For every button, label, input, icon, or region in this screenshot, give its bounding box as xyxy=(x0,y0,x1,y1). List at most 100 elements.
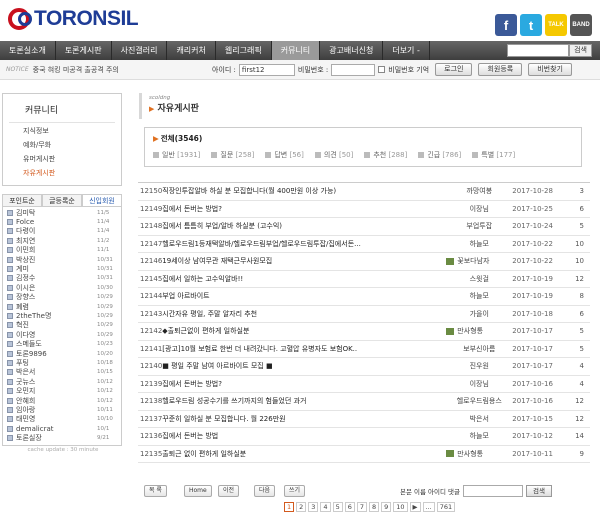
page-link[interactable]: 761 xyxy=(436,502,456,512)
nav-item-6[interactable]: 광고배너신청 xyxy=(320,41,384,60)
table-row[interactable]: 12148 집에서 틈틈히 부업/알바 하실분 (고수익) 부업투잡 2017-10-… xyxy=(138,217,590,236)
nav-search-button[interactable]: 검색 xyxy=(569,44,592,57)
social-0-icon[interactable]: f xyxy=(495,14,517,36)
page-link[interactable]: 7 xyxy=(356,502,367,512)
member-tab[interactable]: 신입회원 xyxy=(82,194,122,206)
member-row[interactable]: 박은서 10/15 xyxy=(7,368,117,377)
member-row[interactable]: 이다영 10/29 xyxy=(7,330,117,339)
post-author[interactable]: 만사형통 xyxy=(446,322,513,341)
post-title[interactable]: 시간자유 평일, 주말 알자리 추천 xyxy=(162,310,257,318)
table-row[interactable]: 12136 집에서 돈버는 방법 하늘모 2017-10-12 14 xyxy=(138,427,590,446)
social-2-icon[interactable]: TALK xyxy=(545,14,567,36)
post-author[interactable]: 이장님 xyxy=(446,200,513,218)
member-row[interactable]: 안혜희 10/12 xyxy=(7,396,117,405)
find-password-button[interactable]: 비번찾기 xyxy=(528,63,572,76)
password-field[interactable] xyxy=(331,63,376,76)
member-row[interactable]: 굿뉴스 10/12 xyxy=(7,377,117,386)
post-title[interactable]: 집에서 틈틈히 부업/알바 하실분 (고수익) xyxy=(162,222,282,230)
table-row[interactable]: 12144 부업 아르바이트 하늘모 2017-10-19 8 xyxy=(138,287,590,306)
post-title[interactable]: 집에서 일하는 고수익알바!! xyxy=(162,275,243,283)
table-row[interactable]: 12142 ◆출퇴근없이 편하게 일하실분 만사형통 2017-10-17 5 xyxy=(138,322,590,341)
table-row[interactable]: 12137 꾸준히 일하실 분 모집합니다. 월 226만원 박은서 2017-10-… xyxy=(138,410,590,428)
board-search-button[interactable]: 검색 xyxy=(526,485,552,497)
search-options[interactable]: 본문 이름 아이디 댓글 xyxy=(400,486,460,496)
category-item[interactable]: 긴급 [786] xyxy=(418,150,461,160)
sidebar-menu-item[interactable]: 예화/무화 xyxy=(3,137,121,151)
post-title[interactable]: 헬로우드림 성공수기를 쓰기까지의 험들었던 과거 xyxy=(162,397,306,405)
table-row[interactable]: 12146 19세이상 남여무관 재택근무사원모집 꽃보다남자 2017-10-22 1… xyxy=(138,252,590,271)
member-tab[interactable]: 포인트순 xyxy=(2,194,42,206)
site-logo[interactable]: TORONSIL xyxy=(8,7,139,31)
nav-item-7[interactable]: 더보기 - xyxy=(383,41,430,60)
table-row[interactable]: 12149 집에서 돈버는 방법? 이장님 2017-10-25 6 xyxy=(138,200,590,218)
post-title[interactable]: 꾸준히 일하실 분 모집합니다. 월 226만원 xyxy=(162,415,285,423)
post-author[interactable]: 하늘모 xyxy=(446,427,513,446)
member-row[interactable]: 폐렴 10/29 xyxy=(7,302,117,311)
page-link[interactable]: 4 xyxy=(320,502,331,512)
post-author[interactable]: 보부신아름 xyxy=(446,340,513,358)
member-row[interactable]: 최지연 11/2 xyxy=(7,236,117,245)
post-title[interactable]: ◆출퇴근없이 편하게 일하실분 xyxy=(162,327,249,335)
board-button-3[interactable]: 다음 xyxy=(254,485,276,497)
post-title[interactable]: 직장인투잡알바 하실 분 모집합니다(월 400만원 이상 가능) xyxy=(162,187,336,195)
table-row[interactable]: 12139 집에서 돈버는 방법? 이장님 2017-10-16 4 xyxy=(138,375,590,393)
member-row[interactable]: 토론실장 9/21 xyxy=(7,433,117,442)
id-field[interactable]: first12 xyxy=(238,63,295,76)
post-title[interactable]: 집에서 돈버는 방법? xyxy=(162,205,222,213)
table-row[interactable]: 12145 집에서 일하는 고수익알바!! 스윗걸 2017-10-19 12 xyxy=(138,270,590,288)
member-row[interactable]: 태민영 10/10 xyxy=(7,415,117,424)
member-row[interactable]: 박상진 10/31 xyxy=(7,255,117,264)
post-title[interactable]: 집에서 돈버는 방법 xyxy=(162,432,218,440)
page-link[interactable]: 2 xyxy=(296,502,307,512)
post-author[interactable]: 박은서 xyxy=(446,410,513,428)
post-author[interactable]: 가을이 xyxy=(446,305,513,323)
post-author[interactable]: 부업투잡 xyxy=(446,217,513,236)
page-link[interactable]: ▶ xyxy=(409,502,421,512)
member-row[interactable]: 오민지 10/12 xyxy=(7,386,117,395)
table-row[interactable]: 12147 헬로우드림1등재택알바/헬로우드림부업/헬로우드림투잡/집에서돈...… xyxy=(138,235,590,253)
post-title[interactable]: 집에서 돈버는 방법? xyxy=(162,380,222,388)
page-link[interactable]: 1 xyxy=(284,502,295,512)
social-1-icon[interactable]: t xyxy=(520,14,542,36)
board-button-1[interactable]: Home xyxy=(184,485,212,497)
post-author[interactable]: 헬로우드림용스 xyxy=(446,392,513,411)
post-title[interactable]: ■ 평일 주말 남여 아르바이트 모집 ■ xyxy=(162,362,272,370)
category-item[interactable]: 의견 [50] xyxy=(314,150,353,160)
post-author[interactable]: 까망여봉 xyxy=(446,182,513,201)
sidebar-menu-item[interactable]: 지식정보 xyxy=(3,123,121,137)
member-row[interactable]: 장향스 10/29 xyxy=(7,293,117,302)
post-title[interactable]: 헬로우드림1등재택알바/헬로우드림부업/헬로우드림투잡/집에서돈... xyxy=(162,240,361,248)
post-author[interactable]: 스윗걸 xyxy=(446,270,513,288)
post-author[interactable]: 진우원 xyxy=(446,357,513,376)
member-row[interactable]: 푸팅 10/18 xyxy=(7,358,117,367)
category-item[interactable]: 답변 [56] xyxy=(265,150,304,160)
table-row[interactable]: 12150 직장인투잡알바 하실 분 모집합니다(월 400만원 이상 가능) 까망… xyxy=(138,182,590,201)
nav-search-input[interactable] xyxy=(507,44,570,57)
social-3-icon[interactable]: BAND xyxy=(570,14,592,36)
table-row[interactable]: 12143 시간자유 평일, 주말 알자리 추천 가을이 2017-10-18 6 xyxy=(138,305,590,323)
page-link[interactable]: 8 xyxy=(368,502,380,512)
category-item[interactable]: 일반 [1931] xyxy=(153,150,200,160)
board-button-4[interactable]: 쓰기 xyxy=(284,485,306,497)
post-author[interactable]: 꽃보다남자 xyxy=(446,252,513,271)
post-title[interactable]: 부업 아르바이트 xyxy=(162,292,209,300)
category-item[interactable]: 질문 [258] xyxy=(211,150,254,160)
post-title[interactable]: 19세이상 남여무관 재택근무사원모집 xyxy=(162,257,272,265)
board-button-2[interactable]: 이전 xyxy=(218,485,240,497)
post-author[interactable]: 하늘모 xyxy=(446,235,513,253)
post-title[interactable]: 출퇴근 없이 편하게 일하실분 xyxy=(162,450,246,458)
nav-item-1[interactable]: 토론게시판 xyxy=(56,41,112,60)
member-row[interactable]: demalicrat 10/1 xyxy=(7,424,117,433)
post-author[interactable]: 이장님 xyxy=(446,375,513,393)
member-row[interactable]: 다령이 11/4 xyxy=(7,227,117,236)
sidebar-menu-item[interactable]: 유머게시판 xyxy=(3,151,121,165)
page-link[interactable]: 5 xyxy=(332,502,343,512)
member-row[interactable]: Folce 11/4 xyxy=(7,217,117,226)
remember-checkbox[interactable] xyxy=(378,66,386,73)
join-button[interactable]: 회원등록 xyxy=(478,63,523,76)
page-link[interactable]: 10 xyxy=(393,502,408,512)
member-row[interactable]: 스메들도 10/23 xyxy=(7,339,117,348)
nav-item-4[interactable]: 웹리그래픽 xyxy=(216,41,272,60)
post-author[interactable]: 하늘모 xyxy=(446,287,513,306)
nav-item-3[interactable]: 캐리커처 xyxy=(167,41,216,60)
